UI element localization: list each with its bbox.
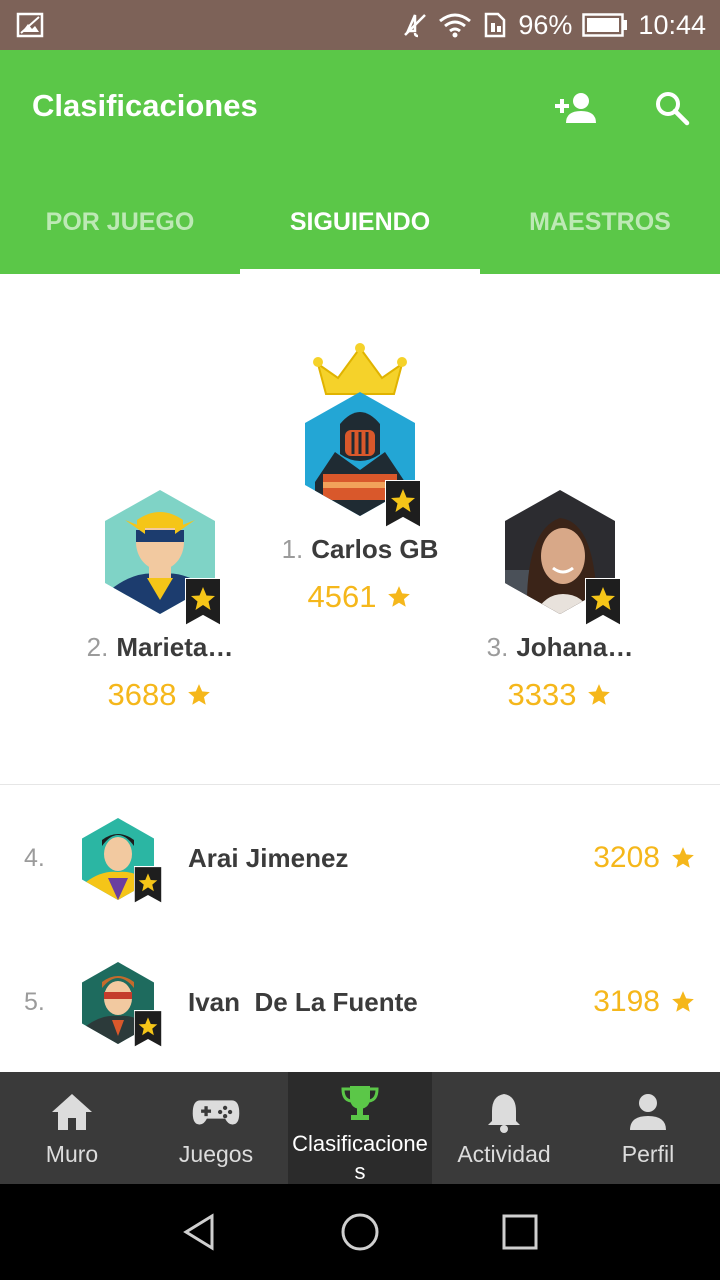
battery-percent: 96% [518, 9, 573, 40]
star-badge-icon [185, 578, 221, 626]
mute-icon [404, 14, 427, 38]
star-badge-icon [134, 866, 162, 904]
list-item-name: Arai Jimenez [188, 842, 349, 873]
battery-icon [582, 13, 628, 37]
star-badge-icon [585, 578, 621, 626]
nav-juegos-label: Juegos [178, 1141, 254, 1167]
wifi-icon [439, 13, 472, 38]
list-item-rank: 5. [24, 987, 45, 1016]
app-root: 96% 10:44 Clasificaciones POR JUEGO SIGU… [0, 0, 720, 1280]
trophy-icon [341, 1086, 379, 1120]
search-icon [656, 92, 690, 126]
nav-juegos[interactable]: Juegos [144, 1072, 288, 1184]
image-icon [16, 12, 44, 38]
nav-muro-label: Muro [45, 1141, 99, 1167]
system-nav-bar [0, 1184, 720, 1280]
divider [0, 784, 720, 785]
clock: 10:44 [638, 9, 706, 40]
home-icon [52, 1094, 92, 1130]
recents-icon[interactable] [498, 1210, 542, 1254]
nav-clasificaciones-label: Clasificaciones [292, 1131, 428, 1184]
nav-clasificaciones[interactable]: Clasificaciones [288, 1072, 432, 1184]
list-item-score: 3198 [593, 930, 696, 1074]
podium-second-score: 3688 [50, 677, 270, 713]
add-friend-button[interactable] [552, 84, 600, 132]
back-icon[interactable] [178, 1210, 222, 1254]
tab-maestros[interactable]: MAESTROS [480, 170, 720, 274]
star-icon [672, 847, 694, 868]
star-icon [388, 586, 411, 607]
podium: 1. Carlos GB 4561 2. Marieta… 3688 3. Jo… [0, 274, 720, 784]
star-icon [672, 991, 694, 1012]
star-badge-icon [385, 480, 421, 528]
bell-icon [488, 1094, 520, 1133]
list-item-rank: 4. [24, 843, 45, 872]
page-title: Clasificaciones [32, 88, 258, 123]
crown-icon [313, 343, 407, 395]
app-bar: Clasificaciones POR JUEGO SIGUIENDO MAES… [0, 50, 720, 274]
avatar [82, 962, 162, 1048]
gamepad-icon [192, 1100, 240, 1125]
star-badge-icon [134, 1010, 162, 1048]
person-add-icon [555, 93, 596, 123]
star-icon [188, 684, 211, 705]
nav-perfil-label: Perfil [621, 1141, 675, 1167]
podium-first-name: 1. Carlos GB [281, 534, 439, 564]
podium-first-score: 4561 [260, 579, 460, 615]
list-item-name: Ivan De La Fuente [188, 986, 418, 1017]
tab-por-juego[interactable]: POR JUEGO [0, 170, 240, 274]
tab-bar: POR JUEGO SIGUIENDO MAESTROS [0, 170, 720, 274]
person-icon [630, 1094, 666, 1130]
podium-first[interactable]: 1. Carlos GB 4561 [260, 342, 460, 615]
nav-perfil[interactable]: Perfil [576, 1072, 720, 1184]
podium-second-name: 2. Marieta… [86, 632, 234, 662]
nav-actividad-label: Actividad [457, 1141, 551, 1167]
list-item[interactable]: 5. Ivan De La Fuente 3198 [0, 930, 720, 1074]
bottom-nav: Muro Juegos Clasificaciones Actividad Pe… [0, 1072, 720, 1184]
search-button[interactable] [648, 84, 696, 132]
list-item[interactable]: 4. Arai Jimenez 3208 [0, 786, 720, 930]
home-circle-icon[interactable] [338, 1210, 382, 1254]
podium-third-name: 3. Johana… [486, 632, 634, 662]
avatar [82, 818, 162, 904]
status-bar: 96% 10:44 [0, 0, 720, 50]
star-icon [588, 684, 611, 705]
tab-siguiendo[interactable]: SIGUIENDO [240, 170, 480, 274]
podium-third[interactable]: 3. Johana… 3333 [450, 490, 670, 713]
list-item-score: 3208 [593, 786, 696, 930]
podium-third-score: 3333 [450, 677, 670, 713]
nav-actividad[interactable]: Actividad [432, 1072, 576, 1184]
podium-second[interactable]: 2. Marieta… 3688 [50, 490, 270, 713]
sim-icon [485, 12, 506, 38]
nav-muro[interactable]: Muro [0, 1072, 144, 1184]
